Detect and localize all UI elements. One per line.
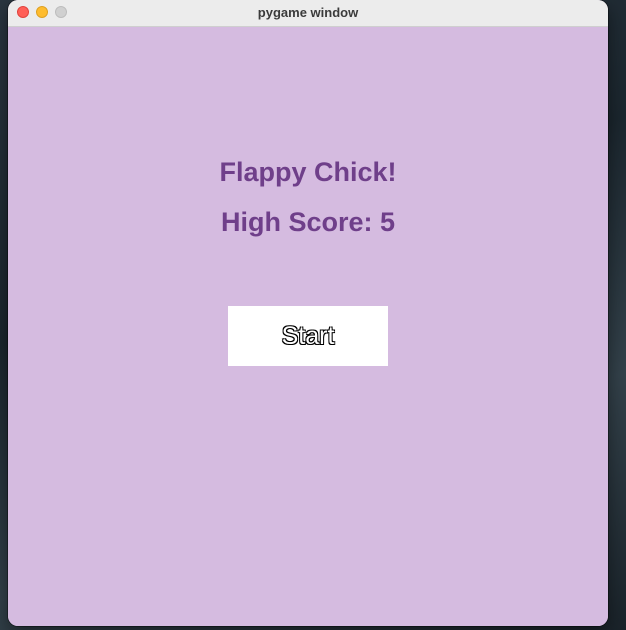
- pygame-window: pygame window Flappy Chick! High Score: …: [8, 0, 608, 626]
- game-title: Flappy Chick!: [219, 157, 397, 187]
- start-button-label: Start: [281, 322, 335, 350]
- start-button[interactable]: Start: [228, 306, 388, 366]
- window-title: pygame window: [257, 5, 359, 20]
- game-canvas[interactable]: Flappy Chick! High Score: 5 Start: [8, 27, 608, 626]
- high-score-label: High Score: 5: [220, 207, 396, 237]
- window-titlebar[interactable]: pygame window: [8, 0, 608, 27]
- desktop-background: pygame window Flappy Chick! High Score: …: [0, 0, 626, 630]
